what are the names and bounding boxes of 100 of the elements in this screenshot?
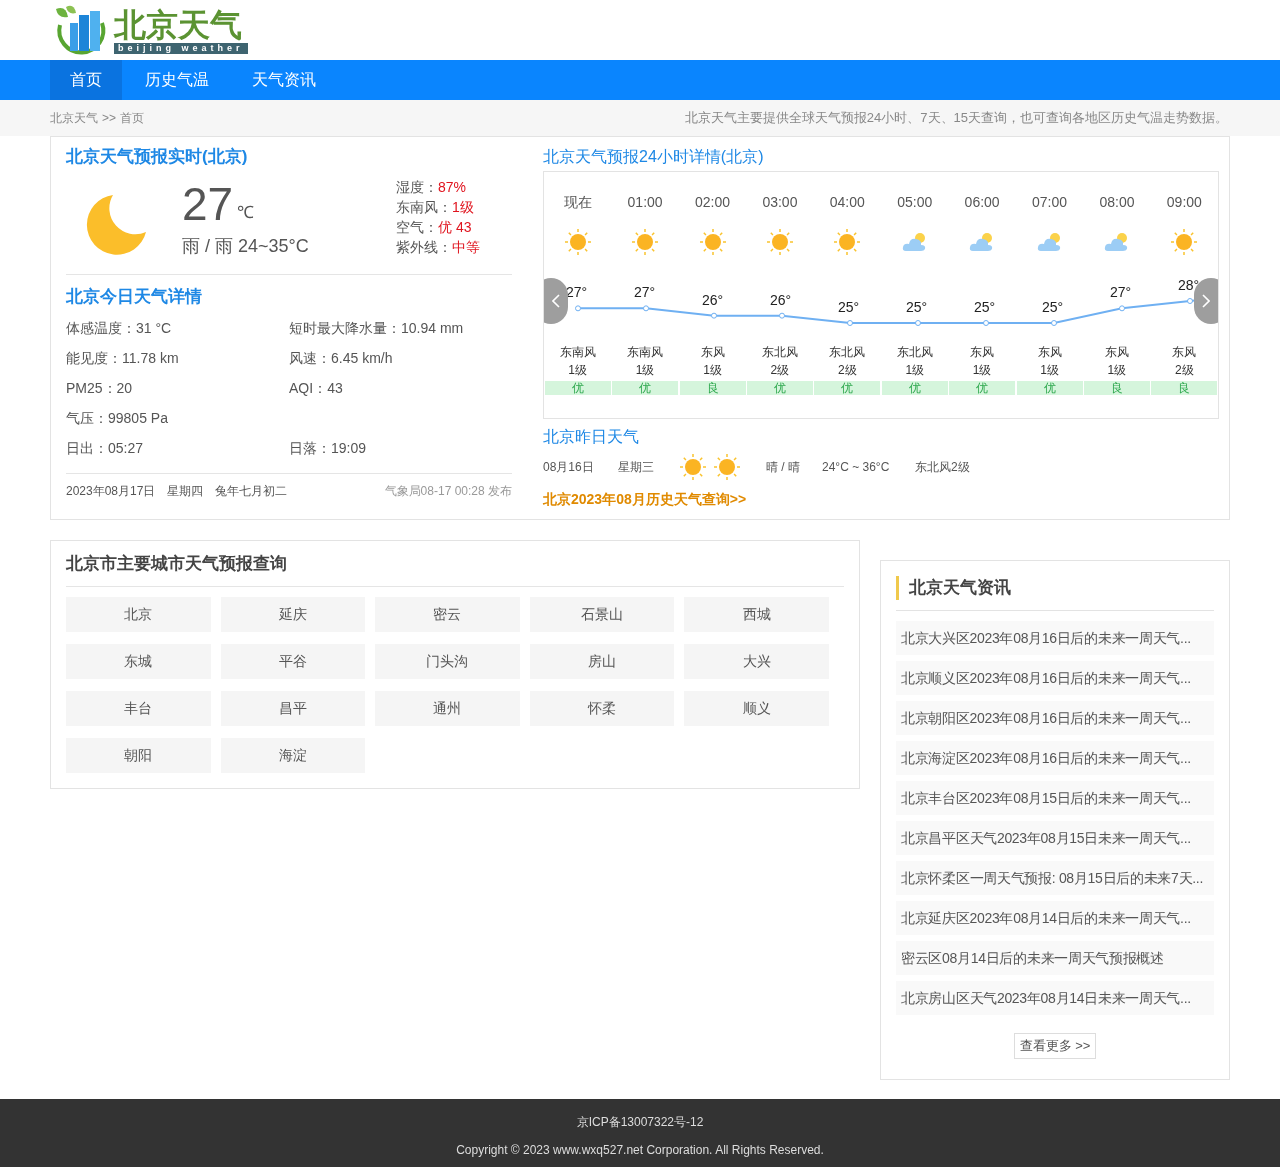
hour-time: 02:00 [695,193,731,212]
city-link[interactable]: 丰台 [66,691,211,726]
detail-label: 日落： [289,438,331,458]
detail-label: 体感温度： [66,318,136,338]
sun-icon [678,452,708,482]
date-text: 2023年08月17日 [66,483,156,500]
detail-label: 日出： [66,438,108,458]
hour-temperature: 25° [906,299,928,315]
hour-temperature: 26° [702,291,724,308]
wind-direction: 东风 [970,344,995,361]
news-link[interactable]: 北京延庆区2023年08月14日后的未来一周天气... [896,901,1214,935]
wind-level: 1级 [1107,362,1127,379]
detail-value: 99805 Pa [108,408,168,428]
copyright-text: Copyright © 2023 www.wxq527.net Corporation. All Rights Reserved. [456,1142,824,1159]
detail-value: 19:09 [331,438,367,458]
news-link[interactable]: 北京丰台区2023年08月15日后的未来一周天气... [896,781,1214,815]
stat-label: 湿度： [396,177,438,197]
news-link[interactable]: 北京怀柔区一周天气预报: 08月15日后的未来7天... [896,861,1214,895]
detail-label: 气压： [66,408,108,428]
news-link[interactable]: 北京昌平区天气2023年08月15日未来一周天气... [896,821,1214,855]
news-link[interactable]: 北京房山区天气2023年08月14日未来一周天气... [896,981,1214,1015]
city-link[interactable]: 门头沟 [375,644,520,679]
wind-level: 1级 [972,362,992,379]
hour-temperature: 28° [1178,277,1200,293]
section-title: 北京天气预报实时(北京) [66,147,249,167]
air-quality: 良 [1083,381,1150,395]
detail-label: 短时最大降水量： [289,318,401,338]
wind-level: 2级 [1175,362,1194,379]
section-title: 北京昨日天气 [543,427,640,447]
wind-direction: 东风 [700,344,725,361]
hour-time: 01:00 [627,193,663,212]
wind-direction: 东南风 [559,344,596,361]
wind-level: 2级 [838,362,857,379]
detail-label: PM25： [66,378,117,398]
news-link[interactable]: 北京大兴区2023年08月16日后的未来一周天气... [896,621,1214,655]
city-link[interactable]: 石景山 [529,597,675,632]
sun-icon [712,452,742,482]
news-link[interactable]: 密云区08月14日后的未来一周天气预报概述 [896,941,1214,975]
wind-direction: 东风 [1037,344,1062,361]
wind-level: 1级 [635,362,655,379]
icp-number: 京ICP备13007322号-12 [576,1114,704,1131]
hour-temperature: 25° [974,299,996,315]
hour-temperature: 26° [770,291,792,308]
chevron-left-icon [552,294,560,308]
air-quality: 优 [814,381,881,395]
wind-info: 东北风2级 [915,459,970,476]
stat-label: 东南风： [396,197,452,217]
sun-icon [562,227,593,257]
city-link[interactable]: 延庆 [220,597,366,632]
temperature-range: 24°C ~ 36°C [822,459,891,476]
wind-level: 1级 [568,362,588,379]
hour-temperature: 27° [634,284,656,301]
news-link[interactable]: 北京顺义区2023年08月16日后的未来一周天气... [896,661,1214,695]
city-link[interactable]: 大兴 [684,644,829,679]
previous-button[interactable] [544,278,568,324]
city-link[interactable]: 西城 [684,597,829,632]
wind-level: 1级 [703,362,722,379]
air-quality: 优 [1016,381,1083,395]
air-quality: 优 [949,381,1016,395]
city-link[interactable]: 怀柔 [529,691,675,726]
news-link[interactable]: 北京朝阳区2023年08月16日后的未来一周天气... [896,701,1214,735]
wind-direction: 东北风 [896,344,933,361]
detail-value: 10.94 mm [401,318,464,338]
lunar-date: 兔年七月初二 [215,483,288,500]
city-link[interactable]: 平谷 [220,644,366,679]
city-link[interactable]: 北京 [66,597,211,632]
city-link[interactable]: 密云 [375,597,520,632]
city-link[interactable]: 顺义 [684,691,829,726]
stat-value: 87% [438,177,467,197]
city-link[interactable]: 东城 [66,644,211,679]
city-link[interactable]: 房山 [529,644,675,679]
hour-time: 04:00 [829,193,865,212]
air-quality: 优 [881,381,948,395]
stat-value: 优 43 [438,217,472,237]
sun-icon [764,227,795,257]
hour-time: 现在 [563,193,592,212]
nav-tab[interactable]: 历史气温 [125,60,229,100]
air-quality: 优 [612,381,679,395]
temperature-unit: ℃ [237,201,255,224]
hour-temperature: 25° [1042,299,1064,315]
stat-label: 空气： [396,217,438,237]
hour-time: 07:00 [1032,193,1068,212]
sun-icon [832,227,863,257]
sun-icon [630,227,661,257]
chevron-right-icon [1202,294,1210,308]
city-link[interactable]: 朝阳 [66,738,211,773]
stat-value: 1级 [452,197,474,217]
detail-value: 43 [327,378,343,398]
city-link[interactable]: 海淀 [220,738,366,773]
nav-tab[interactable]: 天气资讯 [232,60,336,100]
breadcrumb-link[interactable]: 北京天气 [50,109,98,127]
news-link[interactable]: 北京海淀区2023年08月16日后的未来一周天气... [896,741,1214,775]
air-quality: 良 [679,381,746,395]
breadcrumb-separator: >> [102,110,116,127]
hour-time: 03:00 [762,193,798,212]
air-quality: 优 [544,381,611,395]
city-link[interactable]: 昌平 [220,691,366,726]
more-button[interactable]: 查看更多 >> [1013,1033,1097,1059]
nav-tab[interactable]: 首页 [50,60,122,100]
city-link[interactable]: 通州 [375,691,520,726]
